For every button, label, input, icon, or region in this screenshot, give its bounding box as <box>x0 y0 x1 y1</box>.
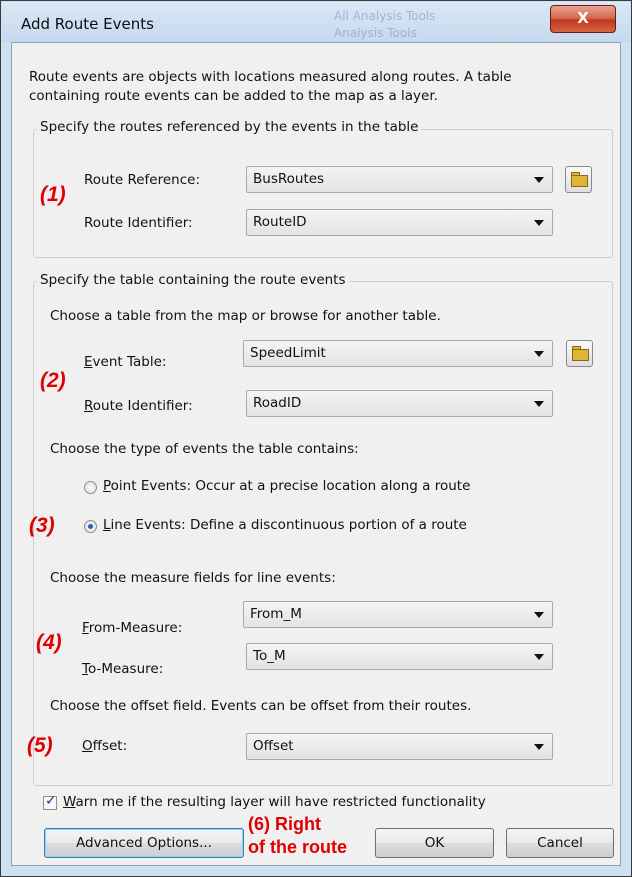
title-bar[interactable]: All Analysis Tools Analysis Tools Add Ro… <box>2 2 630 42</box>
background-tree-item: Analysis Tools <box>334 26 417 40</box>
background-tree-item: All Analysis Tools <box>334 9 436 23</box>
chevron-down-icon <box>534 744 544 750</box>
cancel-button[interactable]: Cancel <box>506 828 614 858</box>
chevron-down-icon <box>534 401 544 407</box>
routes-group-legend: Specify the routes referenced by the eve… <box>37 119 422 135</box>
chevron-down-icon <box>534 177 544 183</box>
from-measure-value: From_M <box>250 606 302 622</box>
route-reference-value: BusRoutes <box>253 171 325 187</box>
annotation-4: (4) <box>36 631 62 654</box>
point-events-radio[interactable] <box>84 481 97 494</box>
close-button[interactable]: X <box>550 5 616 33</box>
event-type-text: Choose the type of events the table cont… <box>50 441 359 457</box>
advanced-options-button[interactable]: Advanced Options... <box>44 828 244 858</box>
browse-table-button[interactable] <box>566 340 593 367</box>
chevron-down-icon <box>534 612 544 618</box>
routes-group <box>33 129 613 258</box>
close-icon: X <box>577 9 589 27</box>
line-events-radio[interactable] <box>84 520 97 533</box>
route-reference-dropdown[interactable]: BusRoutes <box>246 166 553 193</box>
offset-dropdown[interactable]: Offset <box>246 733 553 760</box>
line-events-label[interactable]: Line Events: Define a discontinuous port… <box>103 517 467 533</box>
from-measure-label: From-Measure: <box>82 620 183 636</box>
chevron-down-icon <box>534 351 544 357</box>
to-measure-dropdown[interactable]: To_M <box>246 643 553 670</box>
ok-button[interactable]: OK <box>375 828 494 858</box>
chevron-down-icon <box>534 220 544 226</box>
route-identifier-label: Route Identifier: <box>84 215 193 231</box>
choose-table-text: Choose a table from the map or browse fo… <box>50 308 441 324</box>
warn-checkbox-label[interactable]: Warn me if the resulting layer will have… <box>63 794 486 810</box>
intro-text-line: Route events are objects with locations … <box>29 69 512 85</box>
to-measure-value: To_M <box>253 648 286 664</box>
annotation-1: (1) <box>40 183 66 206</box>
event-route-identifier-value: RoadID <box>253 395 302 411</box>
route-reference-label: Route Reference: <box>84 172 201 188</box>
event-route-identifier-label: Route Identifier: <box>84 398 193 414</box>
point-events-label[interactable]: Point Events: Occur at a precise locatio… <box>103 478 470 494</box>
dialog-title: Add Route Events <box>21 15 154 33</box>
route-identifier-dropdown[interactable]: RouteID <box>246 209 553 236</box>
radio-selected-dot <box>88 524 93 529</box>
route-identifier-value: RouteID <box>253 214 307 230</box>
events-group-legend: Specify the table containing the route e… <box>37 272 349 288</box>
offset-value: Offset <box>253 738 294 754</box>
warn-checkbox[interactable]: ✓ <box>43 793 57 810</box>
browse-routes-button[interactable] <box>565 166 592 193</box>
from-measure-dropdown[interactable]: From_M <box>243 601 553 628</box>
intro-text-line: containing route events can be added to … <box>29 88 438 104</box>
open-folder-icon-body <box>571 175 588 187</box>
event-table-label: Event Table: <box>84 354 167 370</box>
measure-fields-text: Choose the measure fields for line event… <box>50 570 336 586</box>
dialog-body: Route events are objects with locations … <box>11 42 621 866</box>
open-folder-icon-body <box>572 349 589 361</box>
annotation-6-line1: (6) Right <box>248 814 321 834</box>
chevron-down-icon <box>534 654 544 660</box>
dialog-window: All Analysis Tools Analysis Tools Add Ro… <box>0 0 632 877</box>
annotation-3: (3) <box>29 514 55 537</box>
event-table-value: SpeedLimit <box>250 345 326 361</box>
event-route-identifier-dropdown[interactable]: RoadID <box>246 390 553 417</box>
offset-label: Offset: <box>82 738 128 754</box>
offset-field-text: Choose the offset field. Events can be o… <box>50 698 472 714</box>
annotation-5: (5) <box>27 734 53 757</box>
event-table-dropdown[interactable]: SpeedLimit <box>243 340 553 367</box>
annotation-6-line2: of the route <box>248 837 347 857</box>
to-measure-label: To-Measure: <box>82 661 164 677</box>
annotation-2: (2) <box>40 369 66 392</box>
checkmark-icon: ✓ <box>45 793 57 809</box>
